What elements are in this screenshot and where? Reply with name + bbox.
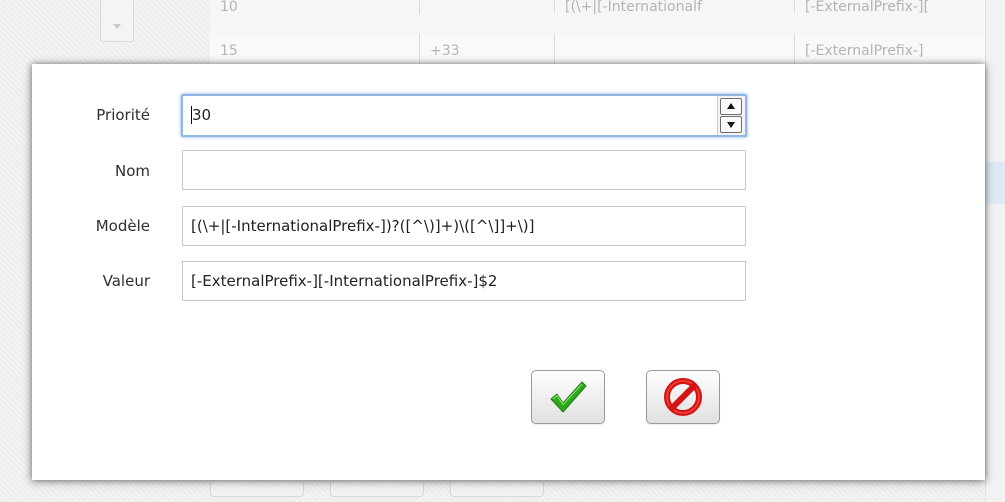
increment-button[interactable] <box>720 98 742 115</box>
priorite-value: 30 <box>192 106 212 124</box>
background-stepper <box>100 0 134 42</box>
table-cell <box>555 34 795 68</box>
table-cell: [-ExternalPrefix-] <box>795 34 1005 68</box>
text-caret <box>191 105 192 124</box>
valeur-field[interactable]: [-ExternalPrefix-][-InternationalPrefix-… <box>182 261 746 301</box>
background-button <box>210 482 304 497</box>
background-scroll-strip <box>985 0 1005 502</box>
ok-button[interactable] <box>531 370 605 424</box>
background-table: 10 [(\+|[-Internationalf [-ExternalPrefi… <box>0 0 1005 70</box>
table-cell: [-ExternalPrefix-][ <box>795 0 1005 14</box>
nom-label: Nom <box>114 162 150 180</box>
decrement-button[interactable] <box>720 116 742 133</box>
priorite-label: Priorité <box>96 106 150 124</box>
priorite-stepper[interactable]: 30 <box>181 94 747 137</box>
no-entry-icon <box>664 378 702 416</box>
modele-field[interactable]: [(\+|[-InternationalPrefix-])?([^\)]+)\(… <box>182 206 746 246</box>
background-button <box>450 482 544 497</box>
checkmark-icon <box>550 381 587 413</box>
chevron-down-icon <box>113 24 121 29</box>
table-cell <box>420 0 555 14</box>
background-button <box>330 482 424 497</box>
background-buttons <box>210 482 610 502</box>
valeur-label: Valeur <box>102 272 150 290</box>
table-cell: +33 <box>420 34 555 68</box>
table-cell: [(\+|[-Internationalf <box>555 0 795 14</box>
table-cell: 10 <box>210 0 420 14</box>
table-cell: 15 <box>210 34 420 68</box>
table-row: 10 [(\+|[-Internationalf [-ExternalPrefi… <box>210 0 1005 35</box>
nom-field[interactable] <box>182 150 746 190</box>
stepper-controls <box>717 96 745 135</box>
cancel-button[interactable] <box>646 370 720 424</box>
modele-label: Modèle <box>95 217 150 235</box>
selected-row-highlight <box>986 162 1005 204</box>
edit-rule-dialog: Priorité 30 Nom Modèle [(\+|[-Internatio… <box>32 64 985 480</box>
